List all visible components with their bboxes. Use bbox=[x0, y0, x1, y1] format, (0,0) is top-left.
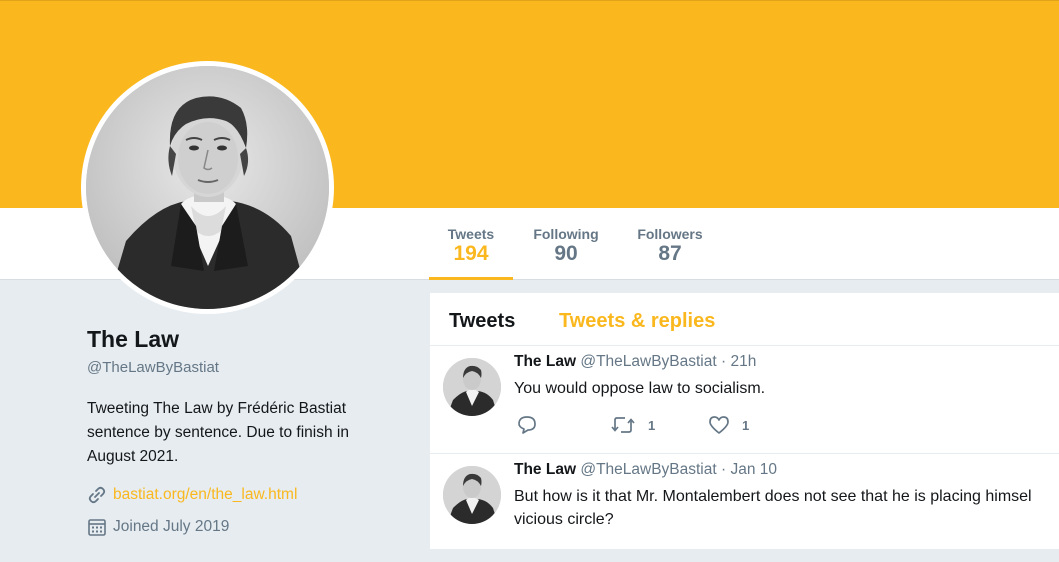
tweet-author-name[interactable]: The Law bbox=[514, 461, 576, 478]
profile-handle[interactable]: @TheLawByBastiat bbox=[87, 359, 219, 376]
tab-tweets[interactable]: Tweets bbox=[449, 310, 515, 333]
timeline: Tweets Tweets & replies The Law @TheLawB… bbox=[430, 293, 1059, 562]
tweet-header: The Law @TheLawByBastiat · 21h bbox=[514, 353, 756, 371]
reply-button[interactable] bbox=[516, 415, 538, 435]
retweet-button[interactable]: 1 bbox=[610, 415, 655, 435]
retweet-count: 1 bbox=[648, 417, 656, 433]
timeline-tabs: Tweets Tweets & replies bbox=[430, 293, 1059, 346]
like-count: 1 bbox=[742, 417, 750, 433]
tweet-avatar[interactable] bbox=[443, 358, 501, 416]
tweet-text: But how is it that Mr. Montalembert does… bbox=[514, 485, 1059, 531]
stat-tweets-value: 194 bbox=[453, 242, 489, 265]
tweet-meta: @TheLawByBastiat · 21h bbox=[580, 353, 757, 370]
tab-tweets-and-replies[interactable]: Tweets & replies bbox=[559, 310, 715, 333]
profile-website-link[interactable]: bastiat.org/en/the_law.html bbox=[113, 486, 297, 504]
tweet-text-line-1: But how is it that Mr. Montalembert does… bbox=[514, 488, 1032, 505]
reply-icon bbox=[516, 415, 538, 435]
stat-followers-value: 87 bbox=[658, 242, 682, 265]
tweet-text: You would oppose law to socialism. bbox=[514, 380, 766, 397]
stat-followers[interactable]: Followers 87 bbox=[630, 208, 710, 280]
link-icon bbox=[87, 485, 107, 505]
tweet-author-name[interactable]: The Law bbox=[514, 353, 576, 370]
profile-joined-row: Joined July 2019 bbox=[87, 517, 229, 537]
profile-bio: Tweeting The Law by Frédéric Bastiat sen… bbox=[87, 400, 349, 465]
tweet-header: The Law @TheLawByBastiat · Jan 10 bbox=[514, 461, 777, 479]
tweet-text-line-2: vicious circle? bbox=[514, 511, 614, 528]
like-button[interactable]: 1 bbox=[708, 415, 749, 435]
heart-icon bbox=[708, 415, 730, 435]
stat-tweets-label: Tweets bbox=[447, 226, 495, 242]
stat-following[interactable]: Following 90 bbox=[526, 208, 606, 280]
profile-website-row: bastiat.org/en/the_law.html bbox=[87, 485, 297, 505]
calendar-icon bbox=[87, 517, 107, 537]
stat-following-value: 90 bbox=[554, 242, 578, 265]
tweet-item[interactable]: The Law @TheLawByBastiat · 21h You would… bbox=[430, 346, 1059, 454]
tweet-avatar[interactable] bbox=[443, 466, 501, 524]
avatar[interactable] bbox=[86, 66, 329, 309]
tweet-avatar-image bbox=[443, 466, 501, 524]
tweet-avatar-image bbox=[443, 358, 501, 416]
stat-tweets[interactable]: Tweets 194 bbox=[429, 208, 513, 280]
portrait-image bbox=[86, 66, 329, 309]
profile-name: The Law bbox=[87, 326, 180, 352]
retweet-icon bbox=[610, 415, 636, 435]
tweet-meta: @TheLawByBastiat · Jan 10 bbox=[580, 461, 777, 478]
stat-followers-label: Followers bbox=[637, 226, 703, 242]
profile-joined-text: Joined July 2019 bbox=[113, 518, 230, 535]
stat-following-label: Following bbox=[533, 226, 599, 242]
tweet-item[interactable]: The Law @TheLawByBastiat · Jan 10 But ho… bbox=[430, 454, 1059, 562]
